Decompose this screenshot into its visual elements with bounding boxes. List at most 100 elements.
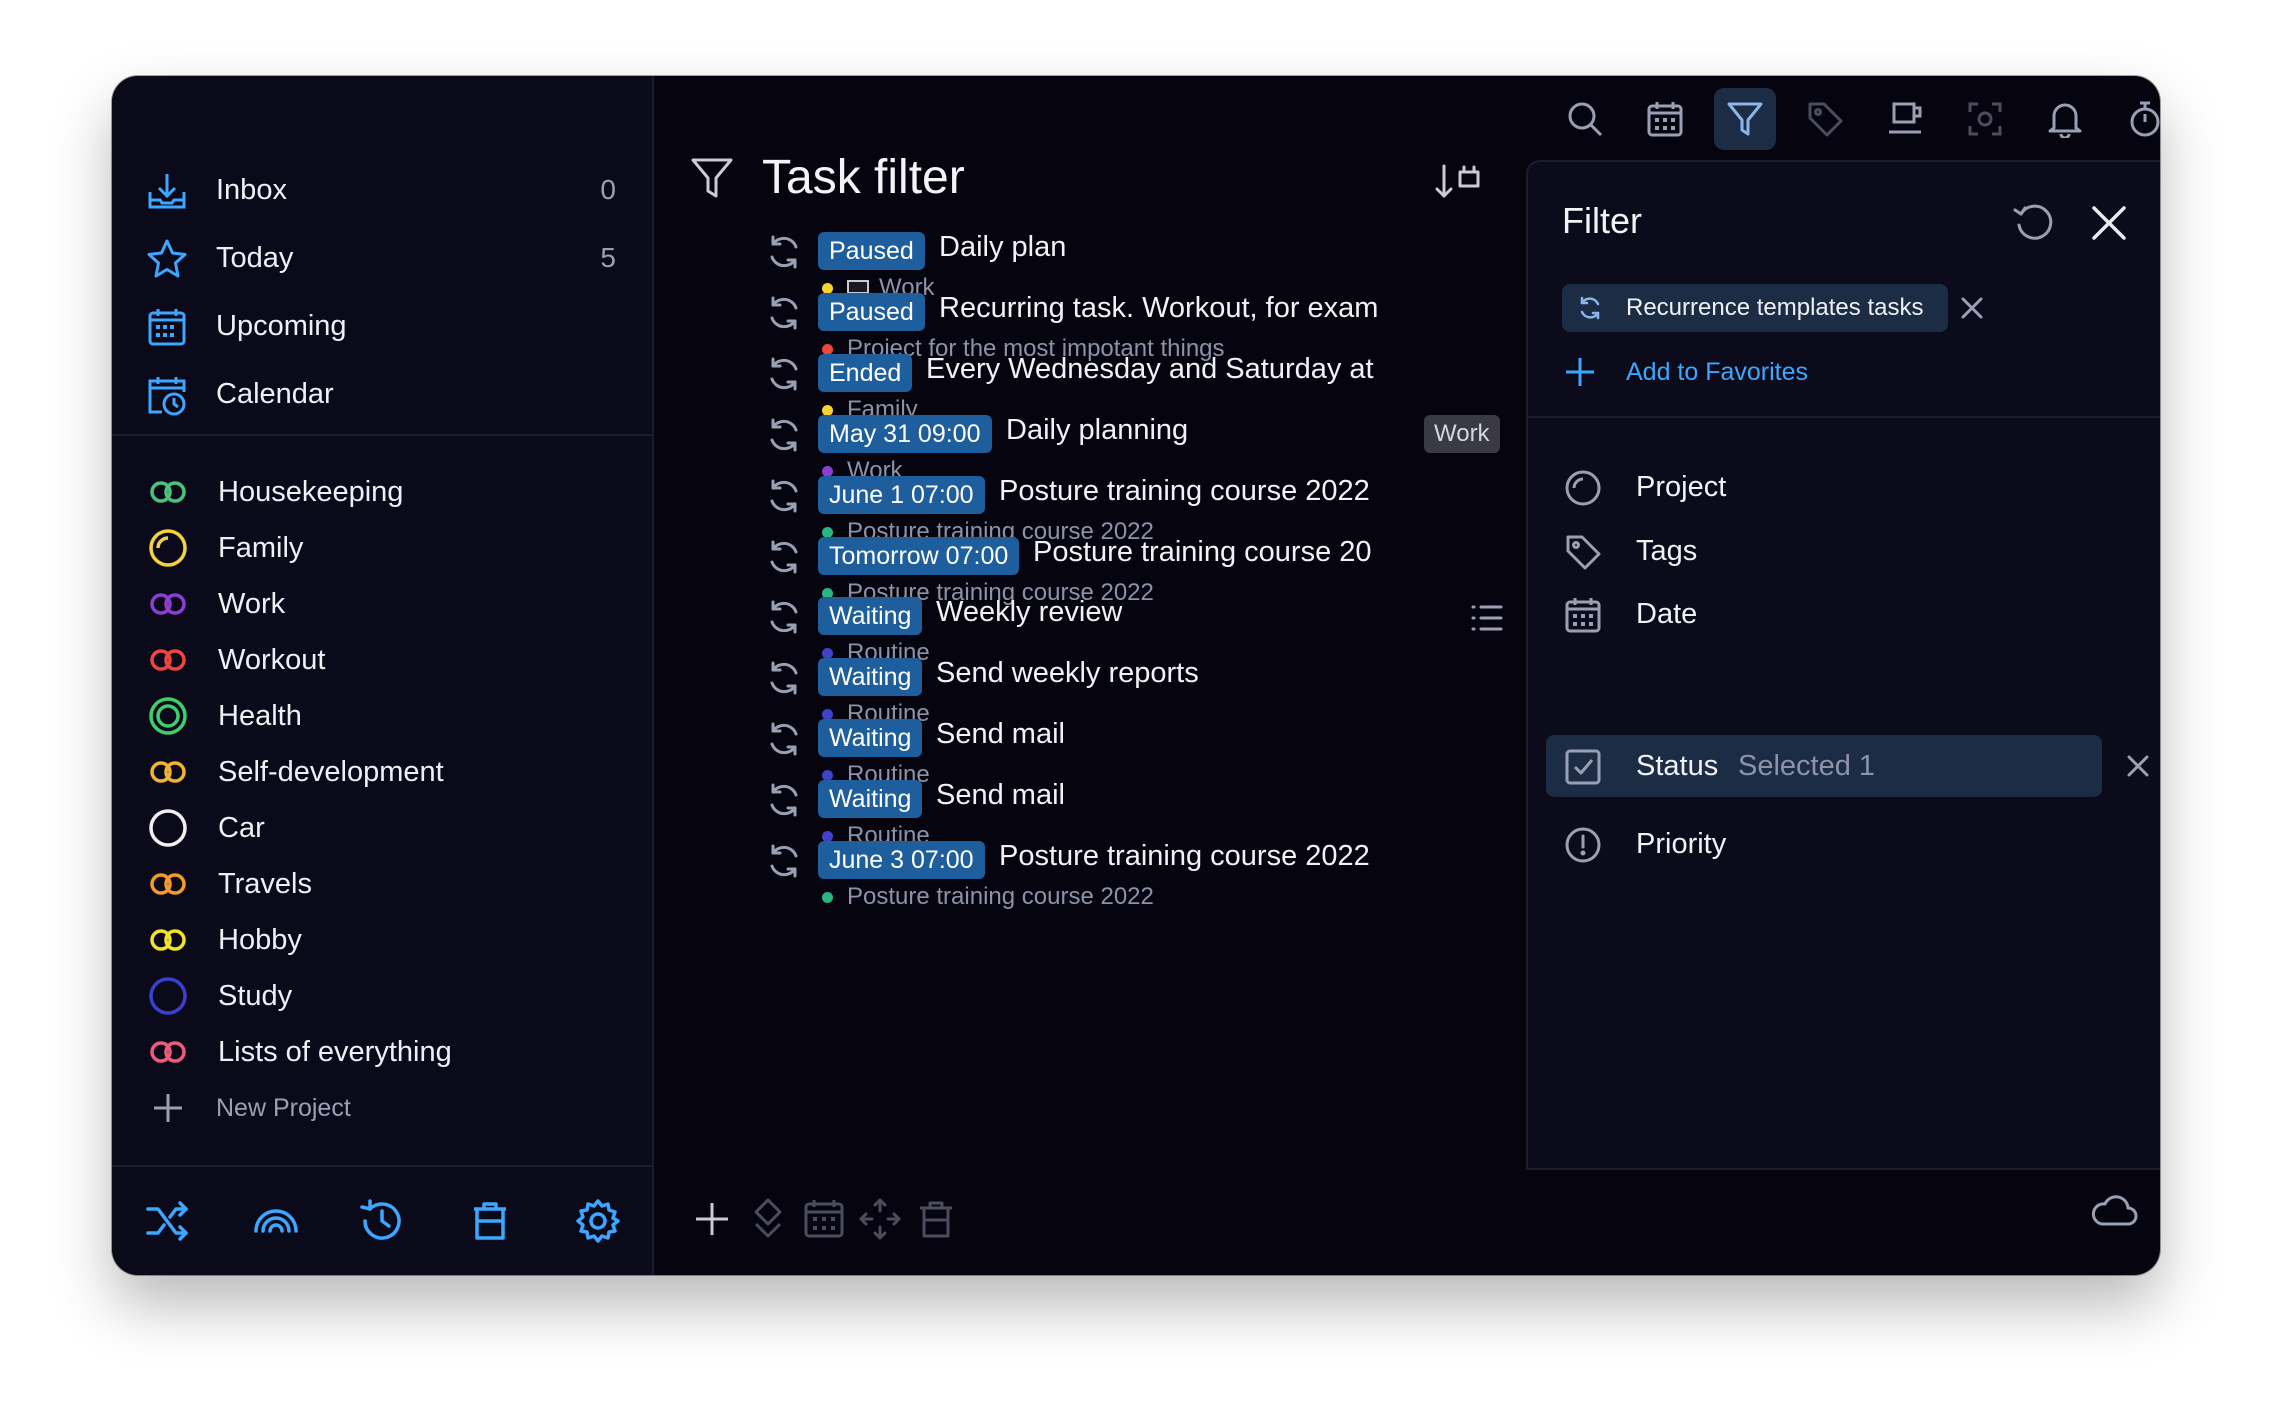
sidebar-item-health[interactable]: Health: [112, 688, 652, 744]
new-project-label: New Project: [216, 1093, 351, 1122]
double-ring-icon: [150, 761, 186, 783]
calendar-icon: [1565, 598, 1601, 633]
ring-icon: [149, 809, 187, 847]
task-title: Weekly review: [936, 596, 1123, 628]
sidebar-item-family[interactable]: Family: [112, 520, 652, 576]
task-status-badge: Paused: [818, 293, 925, 331]
double-ring-icon: [150, 481, 186, 503]
task-status-badge: Paused: [818, 232, 925, 270]
checklist-icon: [1471, 605, 1503, 631]
task-status-badge: Tomorrow 07:00: [818, 537, 1020, 575]
priority-diamond-icon[interactable]: [746, 1197, 790, 1241]
task-title: Send weekly reports: [936, 657, 1199, 689]
sidebar-item-car[interactable]: Car: [112, 800, 652, 856]
filter-row-priority[interactable]: Priority: [1546, 813, 2106, 875]
task-list: Paused Daily plan Work Paused Recurring task…: [654, 216, 1524, 1166]
calendar-clock-icon: [148, 377, 186, 416]
sidebar-item-lists-of-everything[interactable]: Lists of everything: [112, 1024, 652, 1080]
plus-icon: [154, 1094, 182, 1122]
sidebar-divider: [112, 434, 652, 436]
task-title: Posture training course 20: [1033, 536, 1372, 568]
clear-status-icon[interactable]: [2124, 752, 2152, 780]
task-row[interactable]: June 3 07:00 Posture training course 2022…: [654, 829, 1524, 917]
tags-button[interactable]: [1794, 88, 1856, 150]
project-ring-icon: [1565, 470, 1601, 506]
schedule-calendar-icon[interactable]: [802, 1197, 846, 1241]
rainbow-icon[interactable]: [252, 1197, 300, 1245]
sidebar-item-label: Calendar: [216, 377, 334, 410]
recurrence-icon: [770, 722, 798, 756]
coffee-cup-icon: [1889, 102, 1922, 134]
upcoming-view-button[interactable]: [1634, 88, 1696, 150]
sidebar-item-work[interactable]: Work: [112, 576, 652, 632]
recurrence-icon: [770, 661, 798, 695]
filter-row-label: Priority: [1636, 828, 1727, 860]
sidebar-item-upcoming[interactable]: Upcoming: [112, 292, 652, 360]
project-label: Study: [218, 979, 293, 1012]
reset-icon[interactable]: [2012, 200, 2058, 246]
project-label: Health: [218, 699, 302, 732]
filter-row-project[interactable]: Project: [1546, 456, 2106, 518]
reminders-button[interactable]: [2034, 88, 2096, 150]
task-tag: Work: [1424, 415, 1500, 453]
filter-title: Filter: [1562, 200, 1642, 241]
filter-panel: Filter Recurrence templates tasks Add to…: [1526, 160, 2160, 1170]
history-icon[interactable]: [358, 1197, 406, 1245]
add-task-icon[interactable]: [690, 1197, 734, 1241]
inbox-count: 0: [600, 174, 616, 205]
tag-icon: [1566, 535, 1601, 570]
break-button[interactable]: [1874, 88, 1936, 150]
timer-button[interactable]: [2114, 88, 2160, 150]
task-status-badge: May 31 09:00: [818, 415, 992, 453]
filter-button[interactable]: [1714, 88, 1776, 150]
page-title: Task filter: [762, 151, 965, 204]
cloud-sync-icon[interactable]: [2090, 1190, 2138, 1230]
filter-row-status[interactable]: Status Selected 1: [1546, 735, 2102, 797]
filter-divider: [1528, 416, 2160, 418]
add-to-favorites-button[interactable]: Add to Favorites: [1562, 348, 1808, 396]
main-bottom-toolbar: [654, 1167, 1524, 1275]
filter-row-label: Status: [1636, 750, 1719, 782]
project-label: Travels: [218, 867, 312, 900]
active-filter-chip[interactable]: Recurrence templates tasks: [1562, 284, 1948, 332]
sidebar-item-travels[interactable]: Travels: [112, 856, 652, 912]
filter-row-tags[interactable]: Tags: [1546, 520, 2106, 582]
sidebar-item-workout[interactable]: Workout: [112, 632, 652, 688]
task-title: Every Wednesday and Saturday at: [926, 353, 1374, 385]
gear-icon[interactable]: [574, 1197, 622, 1245]
sidebar-item-label: Upcoming: [216, 309, 347, 342]
trash-icon[interactable]: [466, 1197, 514, 1245]
search-button[interactable]: [1554, 88, 1616, 150]
project-label: Car: [218, 811, 265, 844]
sidebar-item-study[interactable]: Study: [112, 968, 652, 1024]
sidebar-item-hobby[interactable]: Hobby: [112, 912, 652, 968]
task-status-badge: Ended: [818, 354, 913, 392]
sidebar-item-label: Inbox: [216, 173, 287, 206]
exclamation-circle-icon: [1565, 827, 1601, 863]
sidebar-item-inbox[interactable]: Inbox 0: [112, 156, 652, 224]
close-icon[interactable]: [2088, 202, 2130, 244]
shuffle-icon[interactable]: [144, 1197, 192, 1245]
sidebar-item-housekeeping[interactable]: Housekeeping: [112, 464, 652, 520]
sort-icon[interactable]: [1434, 162, 1484, 202]
add-to-favorites-label: Add to Favorites: [1626, 357, 1809, 386]
focus-button[interactable]: [1954, 88, 2016, 150]
task-title: Send mail: [936, 718, 1065, 750]
sidebar-nav: Inbox 0 Today 5 Upcoming Calendar: [112, 156, 652, 428]
app-window: Inbox 0 Today 5 Upcoming Calendar Housek…: [112, 76, 2160, 1275]
task-title: Send mail: [936, 779, 1065, 811]
move-icon[interactable]: [858, 1197, 902, 1241]
sidebar-item-calendar[interactable]: Calendar: [112, 360, 652, 428]
sidebar-item-self-development[interactable]: Self-development: [112, 744, 652, 800]
sidebar-item-label: Today: [216, 241, 294, 274]
new-project-button[interactable]: New Project: [112, 1080, 652, 1136]
remove-chip-icon[interactable]: [1958, 294, 1986, 322]
sidebar-item-today[interactable]: Today 5: [112, 224, 652, 292]
concentric-ring-icon: [149, 697, 187, 735]
project-label: Lists of everything: [218, 1035, 452, 1068]
trash-icon[interactable]: [914, 1197, 958, 1241]
task-project: Posture training course 2022: [822, 883, 1154, 911]
task-title: Posture training course 2022: [999, 840, 1370, 872]
task-status-badge: June 1 07:00: [818, 476, 985, 514]
filter-row-date[interactable]: Date: [1546, 583, 2106, 645]
